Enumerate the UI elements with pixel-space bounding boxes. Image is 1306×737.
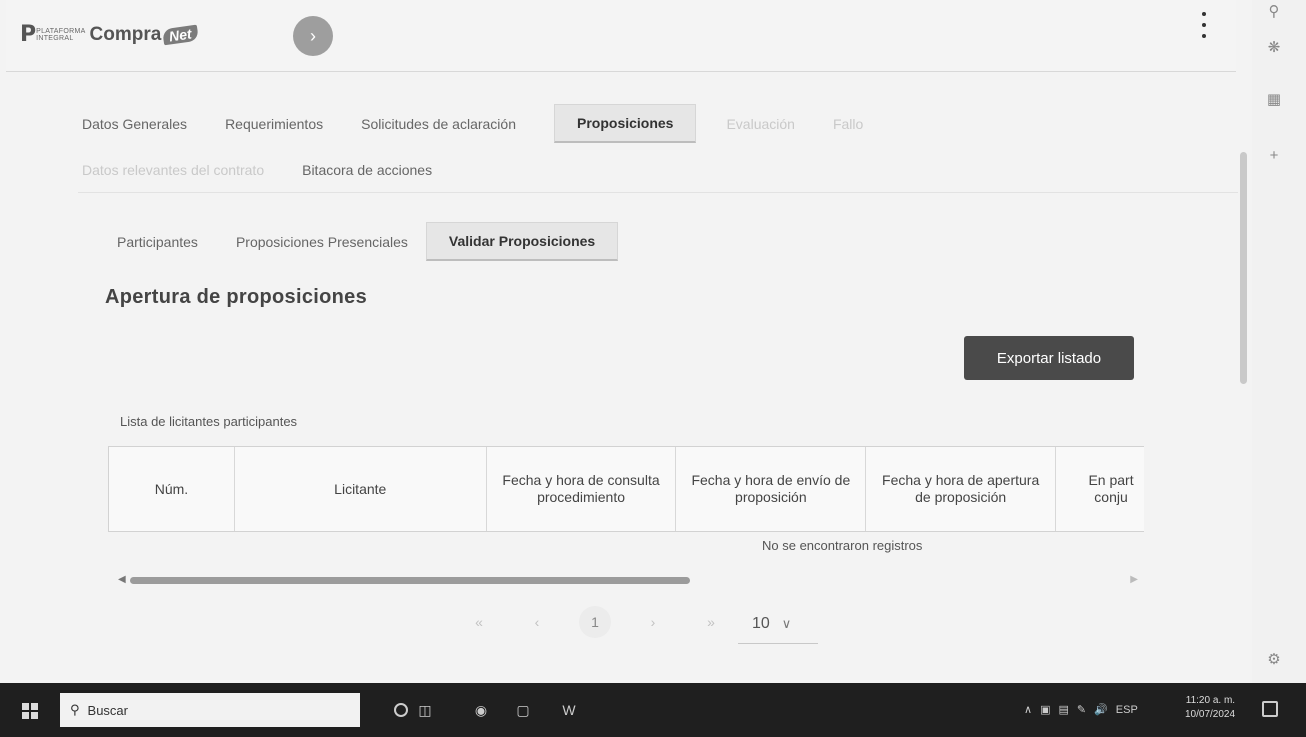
browser-side-rail: ⚲ ❋ ▦ + ⚙ xyxy=(1252,0,1306,683)
chevron-right-icon: › xyxy=(310,25,316,46)
tab-solicitudes-aclaracion[interactable]: Solicitudes de aclaración xyxy=(361,116,516,132)
empty-table-message: No se encontraron registros xyxy=(762,538,923,553)
page-size-select[interactable]: 10 ∨ xyxy=(738,604,818,644)
app-header: P PLATAFORMA INTEGRAL Compra Net › xyxy=(6,0,1236,72)
language-indicator[interactable]: ESP xyxy=(1116,704,1138,716)
scroll-right-icon[interactable]: ▶ xyxy=(1130,574,1138,585)
pagination: « ‹ 1 › » xyxy=(450,606,740,638)
next-page-button[interactable]: › xyxy=(624,614,682,630)
browser-window: P PLATAFORMA INTEGRAL Compra Net › ⚲ ❋ ▦… xyxy=(0,0,1306,683)
export-list-button[interactable]: Exportar listado xyxy=(964,336,1134,380)
file-explorer-icon[interactable]: ▢ xyxy=(512,699,534,721)
network-icon[interactable]: ▤ xyxy=(1058,703,1068,716)
first-page-button[interactable]: « xyxy=(450,614,508,630)
settings-icon[interactable]: ⚙ xyxy=(1262,648,1286,672)
chevron-down-icon: ∨ xyxy=(781,615,792,631)
column-header-num[interactable]: Núm. xyxy=(109,447,235,531)
page-title: Apertura de proposiciones xyxy=(105,286,367,308)
clock-time: 11:20 a. m. xyxy=(1185,695,1236,706)
office-icon[interactable]: ▦ xyxy=(1262,88,1286,112)
search-icon: ⚲ xyxy=(70,702,80,717)
table-caption: Lista de licitantes participantes xyxy=(120,414,298,429)
participants-table: Núm. Licitante Fecha y hora de consulta … xyxy=(108,446,1144,532)
column-header-fecha-apertura[interactable]: Fecha y hora de apertura de proposición xyxy=(866,447,1057,531)
tab-datos-relevantes-contrato: Datos relevantes del contrato xyxy=(82,162,265,178)
tabs-divider xyxy=(78,192,1238,193)
column-header-fecha-envio[interactable]: Fecha y hora de envío de proposición xyxy=(676,447,867,531)
volume-icon[interactable]: 🔊 xyxy=(1094,703,1108,716)
logo-subtitle-line1: PLATAFORMA xyxy=(36,27,86,35)
windows-taskbar: ⚲ Buscar ◫ ◉ ▢ W ∧ ▣ ▤ ✎ 🔊 ESP 11:20 a. … xyxy=(0,683,1306,737)
add-icon[interactable]: + xyxy=(1262,144,1286,168)
main-tabs-row2: Datos relevantes del contrato Bitacora d… xyxy=(82,162,470,178)
subtab-proposiciones-presenciales[interactable]: Proposiciones Presenciales xyxy=(236,234,408,250)
last-page-button[interactable]: » xyxy=(682,614,740,630)
column-header-en-participacion-conjunta[interactable]: En part conju xyxy=(1056,447,1144,531)
clock-date: 10/07/2024 xyxy=(1185,709,1236,720)
logo-subtitle-line2: INTEGRAL xyxy=(36,34,74,42)
extensions-icon[interactable]: ❋ xyxy=(1262,36,1286,60)
subtab-participantes[interactable]: Participantes xyxy=(117,234,198,250)
tab-fallo: Fallo xyxy=(832,115,864,132)
compranet-logo[interactable]: P PLATAFORMA INTEGRAL Compra Net xyxy=(20,22,199,47)
word-icon[interactable]: W xyxy=(558,699,580,721)
task-view-icon[interactable]: ◫ xyxy=(414,699,436,721)
search-icon[interactable]: ⚲ xyxy=(1262,0,1286,24)
pen-icon[interactable]: ✎ xyxy=(1077,703,1086,716)
tab-proposiciones[interactable]: Proposiciones xyxy=(554,104,697,143)
windows-start-icon[interactable] xyxy=(22,703,38,719)
more-options-icon[interactable] xyxy=(1194,8,1214,42)
chevron-up-icon[interactable]: ∧ xyxy=(1024,703,1032,716)
logo-mark: P xyxy=(20,22,36,47)
logo-net-badge: Net xyxy=(162,24,199,45)
logo-subtitle: PLATAFORMA INTEGRAL xyxy=(36,28,85,42)
expand-menu-button[interactable]: › xyxy=(293,16,333,56)
taskbar-clock[interactable]: 11:20 a. m. 10/07/2024 xyxy=(1185,694,1235,722)
logo-text: Compra xyxy=(89,23,162,45)
page-size-value: 10 xyxy=(752,614,770,632)
taskbar-search[interactable]: ⚲ Buscar xyxy=(60,693,360,727)
vertical-scrollbar[interactable] xyxy=(1240,152,1247,384)
system-tray: ∧ ▣ ▤ ✎ 🔊 ESP xyxy=(1024,703,1138,717)
edge-browser-icon[interactable]: ◉ xyxy=(470,699,492,721)
tab-bitacora-acciones[interactable]: Bitacora de acciones xyxy=(302,162,432,178)
prev-page-button[interactable]: ‹ xyxy=(508,614,566,630)
tab-datos-generales[interactable]: Datos Generales xyxy=(82,116,187,132)
scroll-left-icon[interactable]: ◀ xyxy=(118,574,126,585)
horizontal-scrollbar[interactable]: ◀ ▶ xyxy=(118,574,1138,588)
current-page-button[interactable]: 1 xyxy=(579,606,611,638)
sub-tabs: Participantes Proposiciones Presenciales… xyxy=(117,222,648,261)
column-header-fecha-consulta[interactable]: Fecha y hora de consulta procedimiento xyxy=(487,447,677,531)
cortana-icon[interactable] xyxy=(394,703,408,717)
taskbar-search-placeholder: Buscar xyxy=(87,702,128,718)
scrollbar-thumb[interactable] xyxy=(130,577,690,584)
meet-now-icon[interactable]: ▣ xyxy=(1040,703,1050,716)
tab-evaluacion: Evaluación xyxy=(726,115,795,132)
notifications-icon[interactable] xyxy=(1262,701,1278,717)
main-tabs: Datos Generales Requerimientos Solicitud… xyxy=(82,104,901,143)
column-header-licitante[interactable]: Licitante xyxy=(235,447,487,531)
subtab-validar-proposiciones[interactable]: Validar Proposiciones xyxy=(425,222,619,261)
tab-requerimientos[interactable]: Requerimientos xyxy=(225,116,323,132)
